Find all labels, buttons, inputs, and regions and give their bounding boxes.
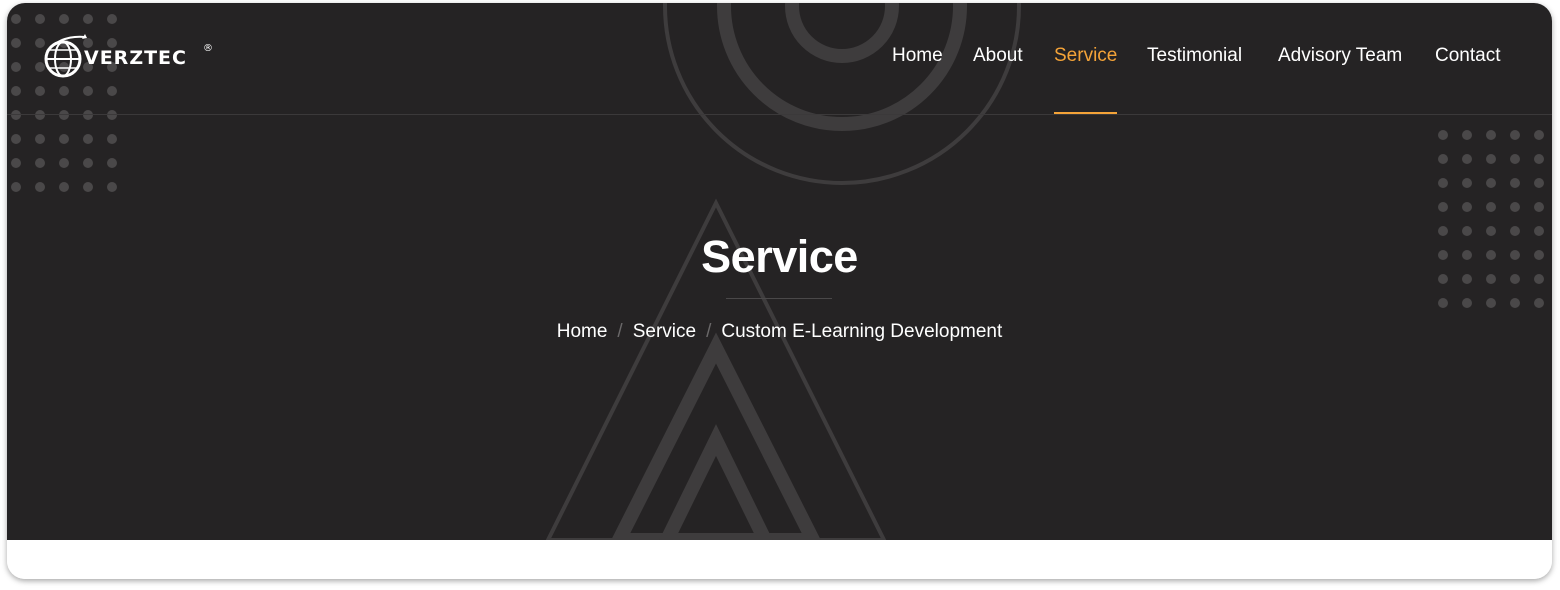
decor-dot [1438, 130, 1448, 140]
decor-dot [1486, 298, 1496, 308]
breadcrumb-separator: / [706, 321, 712, 342]
decor-dot [1462, 154, 1472, 164]
breadcrumb: Home / Service / Custom E-Learning Developme… [7, 321, 1552, 343]
nav-advisory-team[interactable]: Advisory Team [1278, 45, 1402, 75]
decor-dot [107, 134, 117, 144]
decor-dot [1534, 298, 1544, 308]
decor-dot [35, 134, 45, 144]
decor-dot [1486, 178, 1496, 188]
nav-service[interactable]: Service [1054, 45, 1117, 75]
decor-dot [83, 182, 93, 192]
decor-dot [1438, 178, 1448, 188]
page-title: Service [701, 231, 858, 282]
decor-dot [11, 158, 21, 168]
breadcrumb-service[interactable]: Service [633, 321, 696, 342]
breadcrumb-separator: / [617, 321, 623, 342]
decor-dot [1510, 298, 1520, 308]
site-header: VERZTEC ® Home About Service Testimonial… [7, 3, 1552, 115]
browser-frame: VERZTEC ® Home About Service Testimonial… [7, 3, 1552, 579]
decor-dot [35, 182, 45, 192]
content-area [7, 540, 1552, 579]
decor-dot [1534, 154, 1544, 164]
decor-dot [35, 158, 45, 168]
decor-dot [1534, 130, 1544, 140]
decor-dot [107, 158, 117, 168]
decor-dot [1510, 202, 1520, 212]
decor-dot [83, 134, 93, 144]
decor-dot [1486, 202, 1496, 212]
decor-dot [1438, 298, 1448, 308]
decor-dot [1486, 130, 1496, 140]
nav-contact[interactable]: Contact [1435, 45, 1500, 75]
decor-dot [1462, 178, 1472, 188]
breadcrumb-current: Custom E-Learning Development [721, 321, 1003, 342]
decor-dot [1486, 154, 1496, 164]
decor-dot [1462, 298, 1472, 308]
decor-dot [1534, 202, 1544, 212]
decor-dot [1510, 178, 1520, 188]
nav-about[interactable]: About [973, 45, 1023, 75]
decor-dot [1438, 154, 1448, 164]
title-divider [726, 298, 832, 299]
decor-dot [1510, 154, 1520, 164]
hero-banner: VERZTEC ® Home About Service Testimonial… [7, 3, 1552, 540]
decor-dot [59, 158, 69, 168]
header-divider [7, 114, 1552, 115]
decor-dot [1462, 202, 1472, 212]
decor-dot [107, 182, 117, 192]
decor-dot [11, 182, 21, 192]
decor-dot [83, 158, 93, 168]
nav-home[interactable]: Home [892, 45, 943, 75]
main-nav: Home About Service Testimonial Advisory … [7, 3, 1552, 115]
decor-dot [1438, 202, 1448, 212]
breadcrumb-home[interactable]: Home [557, 321, 608, 342]
nav-testimonial[interactable]: Testimonial [1147, 45, 1242, 75]
decor-dot [59, 182, 69, 192]
decor-dot [11, 134, 21, 144]
decor-dot [1534, 178, 1544, 188]
decor-dot [1510, 130, 1520, 140]
decor-dot [1462, 130, 1472, 140]
decor-dot [59, 134, 69, 144]
